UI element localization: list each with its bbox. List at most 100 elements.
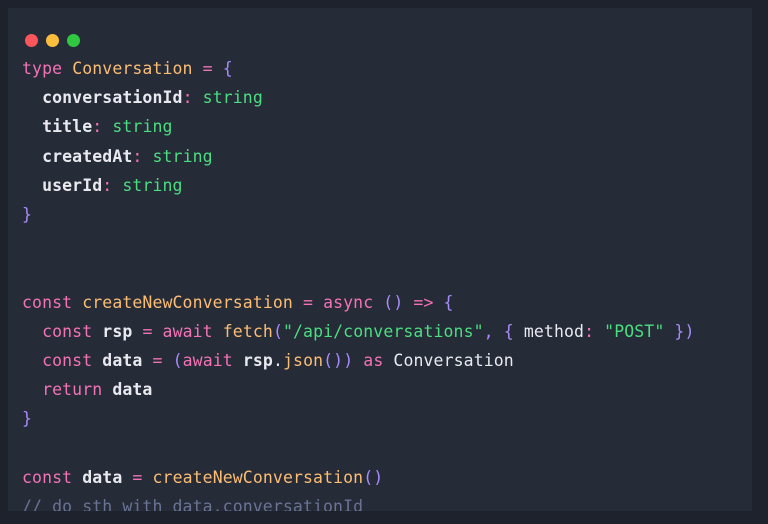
code-token: () [363, 467, 384, 487]
code-line: const data = (await rsp.json()) as Conve… [8, 346, 752, 375]
code-line: } [8, 200, 752, 229]
code-token: data [112, 380, 153, 400]
code-token: async [323, 292, 374, 312]
code-token: const [42, 321, 93, 341]
code-token: string [122, 175, 183, 195]
code-line: type Conversation = { [8, 54, 752, 83]
code-token: = [142, 321, 153, 341]
code-token: ( [272, 321, 283, 341]
code-line: title: string [8, 112, 752, 141]
code-token: }) [674, 321, 695, 341]
code-token: method [523, 321, 585, 341]
code-token: data [102, 350, 143, 370]
code-editor-panel: type Conversation = { conversationId: st… [8, 8, 752, 511]
code-line: const createNewConversation = async () =… [8, 288, 752, 317]
code-token: Conversation [393, 350, 514, 370]
code-token: json [283, 350, 324, 370]
code-token: Conversation [72, 59, 193, 78]
minimize-window-button[interactable] [46, 34, 59, 47]
code-token: : [92, 117, 103, 137]
code-token: data [82, 467, 123, 487]
code-token: { [503, 321, 514, 341]
code-line: // do sth with data.conversationId [8, 492, 752, 511]
code-token: await [182, 350, 233, 370]
code-line: const rsp = await fetch("/api/conversati… [8, 317, 752, 346]
code-token: () [383, 292, 404, 312]
code-token: as [363, 350, 384, 370]
code-token: string [112, 117, 173, 137]
maximize-window-button[interactable] [67, 34, 80, 47]
code-token: fetch [222, 321, 273, 341]
code-token: = [152, 350, 163, 370]
code-token: : [584, 321, 595, 341]
code-token: const [22, 467, 73, 487]
code-token: { [443, 292, 454, 312]
code-token: , [483, 321, 494, 341]
window-frame: type Conversation = { conversationId: st… [0, 0, 768, 524]
code-token: rsp [242, 350, 273, 370]
title-bar [8, 8, 752, 52]
code-token: // do sth with data.conversationId [22, 496, 364, 511]
code-token: : [182, 88, 193, 108]
code-line: const data = createNewConversation() [8, 463, 752, 492]
code-token: ( [172, 350, 183, 370]
code-token: conversationId [42, 88, 183, 108]
code-token: => [413, 292, 434, 312]
code-line: userId: string [8, 171, 752, 200]
code-token: createNewConversation [152, 467, 364, 487]
code-line: conversationId: string [8, 83, 752, 112]
code-token: userId [42, 175, 103, 195]
code-token: : [102, 175, 113, 195]
code-token: = [132, 467, 143, 487]
code-token: = [202, 59, 213, 78]
code-token: } [22, 409, 33, 429]
code-token: : [132, 146, 143, 166]
code-token: = [302, 292, 314, 312]
close-window-button[interactable] [25, 34, 38, 47]
code-token: title [42, 117, 93, 137]
code-token: createNewConversation [82, 292, 293, 312]
code-token: const [42, 350, 93, 370]
code-token: rsp [102, 321, 133, 341]
code-line: return data [8, 375, 752, 404]
code-token: . [272, 350, 283, 370]
code-token: const [22, 292, 73, 312]
code-content[interactable]: type Conversation = { conversationId: st… [8, 54, 752, 511]
code-line: } [8, 404, 752, 433]
code-token: { [222, 59, 233, 78]
code-token: } [22, 204, 33, 224]
